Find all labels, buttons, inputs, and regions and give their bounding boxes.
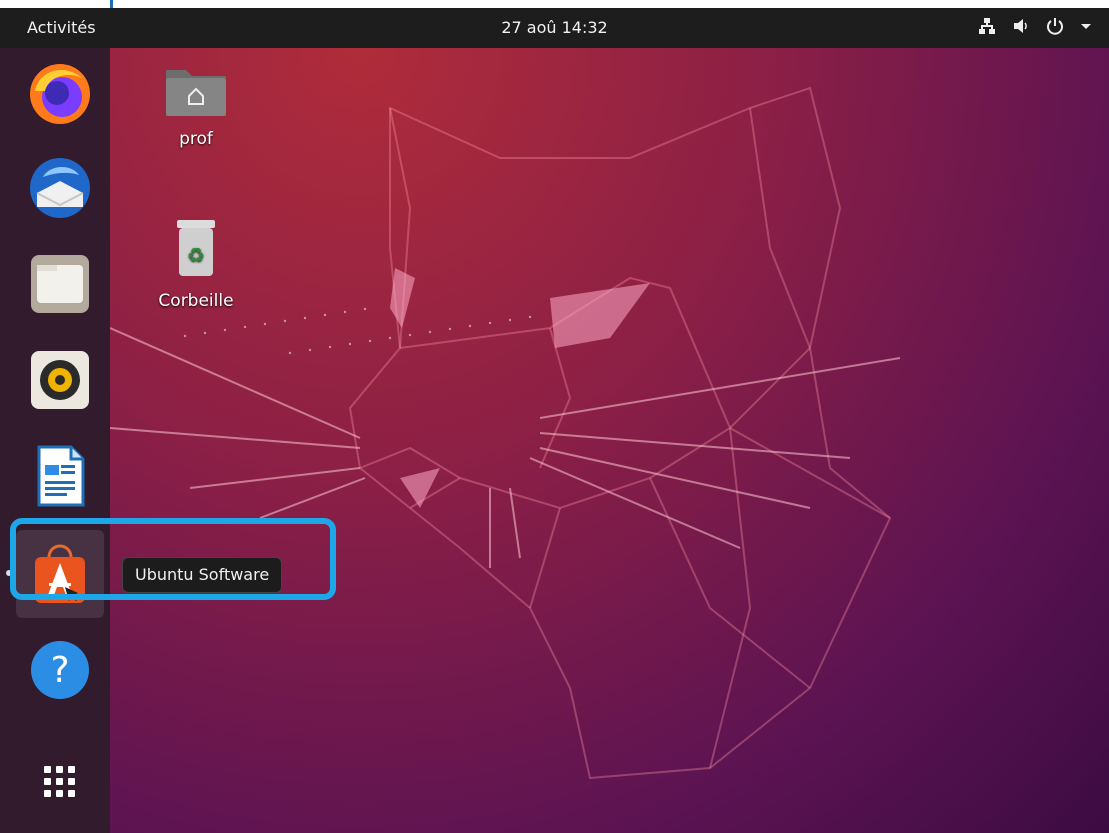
app-grid-icon xyxy=(44,766,75,797)
dock-rhythmbox[interactable] xyxy=(16,336,104,424)
dock-ubuntu-software[interactable] xyxy=(6,530,104,618)
dock-tooltip: Ubuntu Software xyxy=(122,557,283,593)
trash-icon: ♻ xyxy=(177,220,215,276)
network-icon[interactable] xyxy=(977,16,997,36)
svg-text:?: ? xyxy=(50,650,69,691)
menu-caret-icon[interactable] xyxy=(1079,16,1099,36)
home-folder-icon xyxy=(166,70,226,116)
power-icon[interactable] xyxy=(1045,16,1065,36)
desktop-background[interactable]: prof ♻ Corbeille xyxy=(110,48,1109,833)
firefox-icon xyxy=(30,64,90,124)
thunderbird-icon xyxy=(30,158,90,218)
files-icon xyxy=(31,255,89,313)
dock-files[interactable] xyxy=(16,240,104,328)
desktop-icon-label: Corbeille xyxy=(158,291,234,311)
dock-firefox[interactable] xyxy=(16,50,104,138)
volume-icon[interactable] xyxy=(1011,16,1031,36)
wallpaper-cat xyxy=(110,86,901,780)
libreoffice-writer-icon xyxy=(37,445,85,507)
desktop-icon-label: prof xyxy=(179,129,213,149)
running-indicator xyxy=(6,570,12,576)
dock-libreoffice-writer[interactable] xyxy=(16,432,104,520)
show-applications-button[interactable] xyxy=(16,738,104,826)
clock[interactable]: 27 aoû 14:32 xyxy=(0,18,1109,37)
help-icon: ? xyxy=(31,641,89,699)
rhythmbox-icon xyxy=(31,351,89,409)
dock: ? xyxy=(0,48,110,833)
dock-help[interactable]: ? xyxy=(16,626,104,714)
desktop-icon-trash[interactable]: ♻ Corbeille xyxy=(146,218,246,311)
system-tray[interactable] xyxy=(977,16,1099,36)
svg-text:♻: ♻ xyxy=(187,243,205,267)
dock-thunderbird[interactable] xyxy=(16,144,104,232)
top-bar: Activités 27 aoû 14:32 xyxy=(0,8,1109,48)
desktop-icon-home[interactable]: prof xyxy=(146,60,246,149)
ubuntu-software-icon xyxy=(35,544,85,603)
